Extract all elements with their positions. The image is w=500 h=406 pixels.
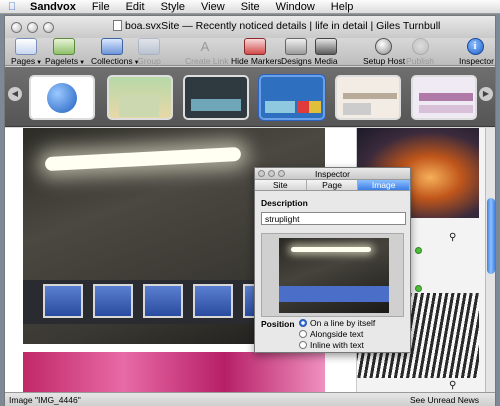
menu-site[interactable]: Site bbox=[233, 1, 268, 13]
close-window-button[interactable] bbox=[11, 21, 22, 33]
apple-menu-icon[interactable]:  bbox=[0, 1, 24, 13]
design-thumb-beige[interactable] bbox=[335, 75, 401, 120]
dropdown-arrow-icon: ▼ bbox=[36, 60, 43, 66]
menu-view[interactable]: View bbox=[193, 1, 233, 13]
design-thumb-globe[interactable] bbox=[29, 75, 95, 120]
pagelet-marker-icon[interactable] bbox=[415, 285, 422, 292]
pink-bottles-photo[interactable] bbox=[23, 352, 325, 392]
pagelet-marker-icon[interactable] bbox=[415, 247, 422, 254]
tab-site[interactable]: Site bbox=[255, 180, 307, 190]
scrollbar-thumb[interactable] bbox=[487, 198, 495, 274]
minimize-window-button[interactable] bbox=[27, 21, 38, 33]
radio-icon bbox=[299, 341, 307, 349]
tab-image[interactable]: Image bbox=[358, 180, 411, 190]
publish-button[interactable]: Publish bbox=[405, 38, 435, 66]
inspector-title: Inspector bbox=[315, 169, 350, 179]
group-button[interactable]: Group bbox=[135, 38, 163, 66]
pages-icon bbox=[15, 38, 37, 55]
radio-icon bbox=[299, 330, 307, 338]
design-thumb-purple[interactable] bbox=[411, 75, 477, 120]
window-title: boa.svxSite — Recently noticed details |… bbox=[113, 20, 440, 32]
unread-news-link[interactable]: See Unread News bbox=[410, 395, 479, 405]
tab-page[interactable]: Page bbox=[306, 180, 359, 190]
arrow-left-icon[interactable]: ◀ bbox=[8, 87, 22, 101]
setup-host-icon bbox=[374, 38, 392, 55]
inspector-zoom-button[interactable] bbox=[278, 170, 285, 177]
info-icon: i bbox=[466, 38, 484, 55]
document-window: boa.svxSite — Recently noticed details |… bbox=[4, 15, 496, 406]
group-icon bbox=[138, 38, 160, 55]
description-label: Description bbox=[261, 198, 308, 208]
design-thumb-selected[interactable] bbox=[259, 75, 325, 120]
dropdown-arrow-icon: ▼ bbox=[79, 60, 86, 66]
menu-file[interactable]: File bbox=[84, 1, 118, 13]
menu-edit[interactable]: Edit bbox=[118, 1, 153, 13]
pages-button[interactable]: Pages▼ bbox=[11, 38, 43, 66]
position-radio-on-line[interactable]: On a line by itself bbox=[299, 318, 375, 328]
image-preview-well[interactable] bbox=[261, 233, 404, 317]
vertical-scrollbar[interactable] bbox=[485, 128, 495, 392]
arrow-right-icon[interactable]: ▶ bbox=[479, 87, 493, 101]
inspector-close-button[interactable] bbox=[258, 170, 265, 177]
inspector-tabs: Site Page Image bbox=[255, 180, 411, 191]
menu-app-name[interactable]: Sandvox bbox=[24, 1, 84, 13]
inspector-minimize-button[interactable] bbox=[268, 170, 275, 177]
zoom-window-button[interactable] bbox=[43, 21, 54, 33]
menu-window[interactable]: Window bbox=[268, 1, 323, 13]
position-radio-inline[interactable]: Inline with text bbox=[299, 340, 364, 350]
toolbar: Pages▼ Pagelets▼ Collections▼ Group A Cr… bbox=[5, 38, 495, 66]
fluorescent-light-image bbox=[44, 146, 242, 172]
inspector-panel: Inspector Site Page Image Description Po… bbox=[254, 167, 411, 353]
position-label: Position bbox=[261, 319, 295, 329]
menu-bar:  Sandvox File Edit Style View Site Wind… bbox=[0, 0, 500, 14]
selection-status: Image "IMG_4446" bbox=[9, 395, 81, 405]
design-thumb-green[interactable] bbox=[107, 75, 173, 120]
hide-markers-icon bbox=[244, 38, 266, 55]
designs-icon bbox=[285, 38, 307, 55]
setup-host-button[interactable]: Setup Host bbox=[363, 38, 405, 66]
position-radio-alongside[interactable]: Alongside text bbox=[299, 329, 363, 339]
design-thumb-dark[interactable] bbox=[183, 75, 249, 120]
pagelets-icon bbox=[53, 38, 75, 55]
collections-button[interactable]: Collections▼ bbox=[91, 38, 140, 66]
status-bar: Image "IMG_4446" See Unread News bbox=[5, 392, 495, 406]
create-link-button[interactable]: A Create Link bbox=[185, 38, 228, 66]
title-bar: boa.svxSite — Recently noticed details |… bbox=[5, 16, 495, 38]
media-icon bbox=[315, 38, 337, 55]
menu-style[interactable]: Style bbox=[153, 1, 193, 13]
magnifier-icon[interactable]: ⚲ bbox=[449, 232, 456, 243]
page-canvas: ⚲ ⚲ bbox=[5, 128, 495, 392]
document-icon bbox=[113, 20, 122, 31]
hide-markers-button[interactable]: Hide Markers bbox=[231, 38, 282, 66]
media-button[interactable]: Media bbox=[313, 38, 339, 66]
designs-button[interactable]: Designs bbox=[281, 38, 312, 66]
create-link-icon: A bbox=[200, 39, 210, 54]
publish-icon bbox=[411, 38, 429, 55]
design-chooser: ◀ ▶ bbox=[5, 67, 495, 127]
radio-selected-icon bbox=[299, 319, 307, 327]
menu-help[interactable]: Help bbox=[323, 1, 362, 13]
magnifier-icon[interactable]: ⚲ bbox=[449, 380, 456, 391]
pagelets-button[interactable]: Pagelets▼ bbox=[45, 38, 86, 66]
inspector-title-bar[interactable]: Inspector bbox=[255, 168, 410, 180]
description-field[interactable] bbox=[261, 212, 406, 225]
collections-icon bbox=[101, 38, 123, 55]
inspector-button[interactable]: i Inspector bbox=[459, 38, 494, 66]
image-preview bbox=[279, 238, 389, 313]
